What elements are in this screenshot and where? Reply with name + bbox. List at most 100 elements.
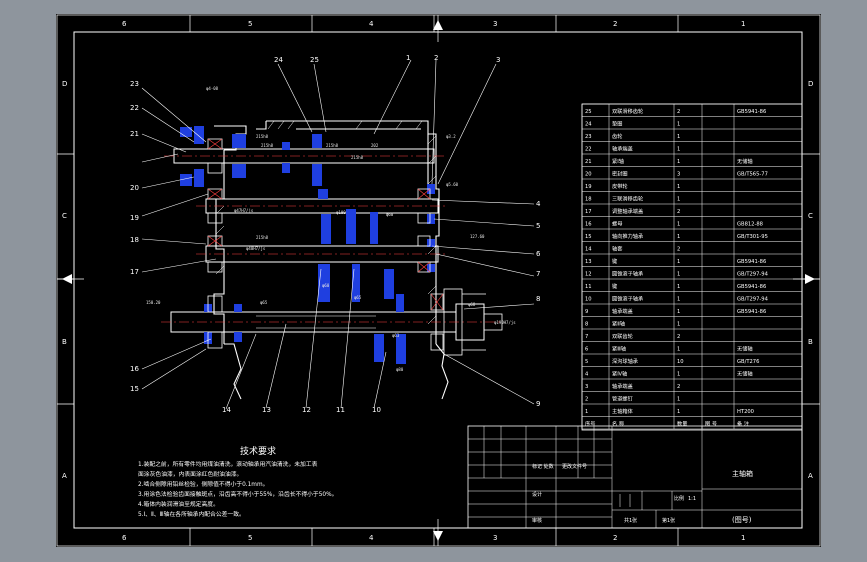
parts-list-cell: 1 <box>677 259 680 265</box>
tech-line-3: 2.啮合侧隙用铅丝检验，侧隙值不得小于0.1mm。 <box>138 480 268 488</box>
parts-list-cell: 无储轴 <box>737 370 753 378</box>
callout-2: 2 <box>434 54 438 62</box>
parts-list-cell: 轴套 <box>612 245 623 253</box>
tech-line-4: 3.用涂色法检验齿面接触斑点，沿齿高不得小于55%，沿齿长不得小于50%。 <box>138 490 337 498</box>
shafts <box>170 148 485 341</box>
parts-list-cell: 垫圈 <box>612 120 622 128</box>
inner-frame <box>73 31 803 529</box>
title-block-small-2: 更改文件号 <box>562 463 587 470</box>
title-block-small-3: 设计 <box>532 491 542 498</box>
parts-list-cell: 5 <box>585 359 588 365</box>
svg-text:φ40H7/js: φ40H7/js <box>246 246 266 251</box>
tech-line-5: 4.箱体内装润滑油至规定高度。 <box>138 500 219 508</box>
zone-right-c: C <box>808 212 813 220</box>
zone-right-b: B <box>808 338 813 346</box>
parts-list-cell: 三联滑移齿轮 <box>612 195 643 203</box>
parts-list-cell: 密封圈 <box>612 170 628 178</box>
parts-list-cell: 14 <box>585 247 592 253</box>
parts-list-cell: 12 <box>585 272 592 278</box>
gear-sections <box>180 126 435 364</box>
parts-list-cell: 紧Ⅱ轴 <box>612 320 625 328</box>
parts-list-cell: GB/T276 <box>737 359 759 365</box>
parts-list-cell: 7 <box>585 334 588 340</box>
svg-text:φ4-08: φ4-08 <box>206 86 219 91</box>
parts-list-cell: GB812-88 <box>737 222 763 228</box>
zone-bottom-6: 6 <box>122 534 127 542</box>
zone-left-c: C <box>62 212 67 220</box>
callout-24: 24 <box>274 56 283 64</box>
callout-11: 11 <box>336 406 345 414</box>
parts-list-cell: 2 <box>677 109 680 115</box>
parts-list-cell: 1 <box>677 147 680 153</box>
parts-list-cell: 3 <box>585 384 588 390</box>
parts-list-cell: 1 <box>585 409 588 415</box>
parts-list-cell: 11 <box>585 284 592 290</box>
parts-list-cell: 3 <box>677 172 680 178</box>
svg-text:202: 202 <box>371 143 379 148</box>
parts-list-cell: 1 <box>677 134 680 140</box>
callout-22: 22 <box>130 104 139 112</box>
callout-20: 20 <box>130 184 139 192</box>
callout-7: 7 <box>536 270 540 278</box>
svg-text:φ80: φ80 <box>396 367 404 372</box>
parts-list-cell: 1 <box>677 347 680 353</box>
svg-text:φ100: φ100 <box>336 210 346 215</box>
parts-list-cell: 圆锥滚子轴承 <box>612 295 644 303</box>
parts-list-cell: 1 <box>677 272 680 278</box>
title-block: 标记 处数 更改文件号 设计 审核 比例 1:1 共1张 第1张 主轴箱 (图号… <box>467 425 803 529</box>
parts-list-cell: 9 <box>585 309 588 315</box>
parts-list-cell: 无储轴 <box>737 345 753 353</box>
parts-list-cell: 1 <box>677 409 680 415</box>
callout-12: 12 <box>302 406 311 414</box>
zone-bottom-2: 2 <box>613 534 617 542</box>
drawing-number: (图号) <box>732 516 752 524</box>
title-block-small-4: 审核 <box>532 517 542 524</box>
parts-list-cell: 2 <box>677 334 680 340</box>
parts-list-cell: 8 <box>585 322 588 328</box>
parts-list-cell: 管道螺钉 <box>612 395 633 403</box>
tech-line-1: 1.装配之前，所有零件均用煤油清洗，滚动轴承用汽油清洗，未加工表 <box>138 460 318 468</box>
callout-13: 13 <box>262 406 271 414</box>
callout-16: 16 <box>130 365 139 373</box>
parts-list-cell: 19 <box>585 184 592 190</box>
parts-list-cell: 1 <box>677 234 680 240</box>
drawing-name: 主轴箱 <box>732 469 753 478</box>
tech-title: 技术要求 <box>240 445 276 457</box>
parts-list-grid <box>581 103 803 430</box>
zone-top-5: 5 <box>248 20 252 28</box>
parts-list-cell: 轴承端盖 <box>612 307 633 315</box>
parts-list-cell: 轴向推力轴承 <box>612 232 644 240</box>
svg-text:215h8: 215h8 <box>351 155 364 160</box>
gearbox-section-view: φ4-08215h8 215h8 215h8 202215h8 φ47H7/jsφ… <box>130 54 541 414</box>
sheet-of: 第1张 <box>662 517 675 524</box>
scale-label: 比例 <box>674 495 684 502</box>
callout-8: 8 <box>536 295 540 303</box>
svg-text:φ65: φ65 <box>260 300 268 305</box>
parts-list-cell: 双联齿轮 <box>612 332 633 340</box>
title-block-small-1: 标记 处数 <box>532 463 554 470</box>
svg-text:φ3.2: φ3.2 <box>446 134 456 139</box>
parts-list-cell: 1 <box>677 322 680 328</box>
parts-list-cell: 1 <box>677 284 680 290</box>
zone-top-1: 1 <box>741 20 745 28</box>
svg-text:φ60: φ60 <box>386 212 394 217</box>
parts-list-cell: 皮带轮 <box>612 182 628 190</box>
svg-text:215h8: 215h8 <box>256 134 269 139</box>
parts-list-cell: 轴承端盖 <box>612 145 633 153</box>
callout-6: 6 <box>536 250 541 258</box>
parts-list-cell: 2 <box>585 397 588 403</box>
parts-list-cell: 无储轴 <box>737 157 753 165</box>
svg-text:φ47H7/js: φ47H7/js <box>234 208 254 213</box>
parts-list-cell: 10 <box>585 297 592 303</box>
parts-list-cell: 1 <box>677 159 680 165</box>
parts-list-cell: 轴承端盖 <box>612 382 633 390</box>
zone-bottom-4: 4 <box>369 534 374 542</box>
parts-list-cell: 24 <box>585 122 592 128</box>
parts-list-cell: 15 <box>585 234 592 240</box>
parts-list-cell: 1 <box>677 122 680 128</box>
svg-text:φ5.60: φ5.60 <box>446 182 459 187</box>
zone-bottom-1: 1 <box>741 534 745 542</box>
parts-list-cell: 4 <box>585 372 589 378</box>
zone-right-a: A <box>808 472 813 480</box>
parts-list-header-cell: 图 号 <box>705 421 717 428</box>
